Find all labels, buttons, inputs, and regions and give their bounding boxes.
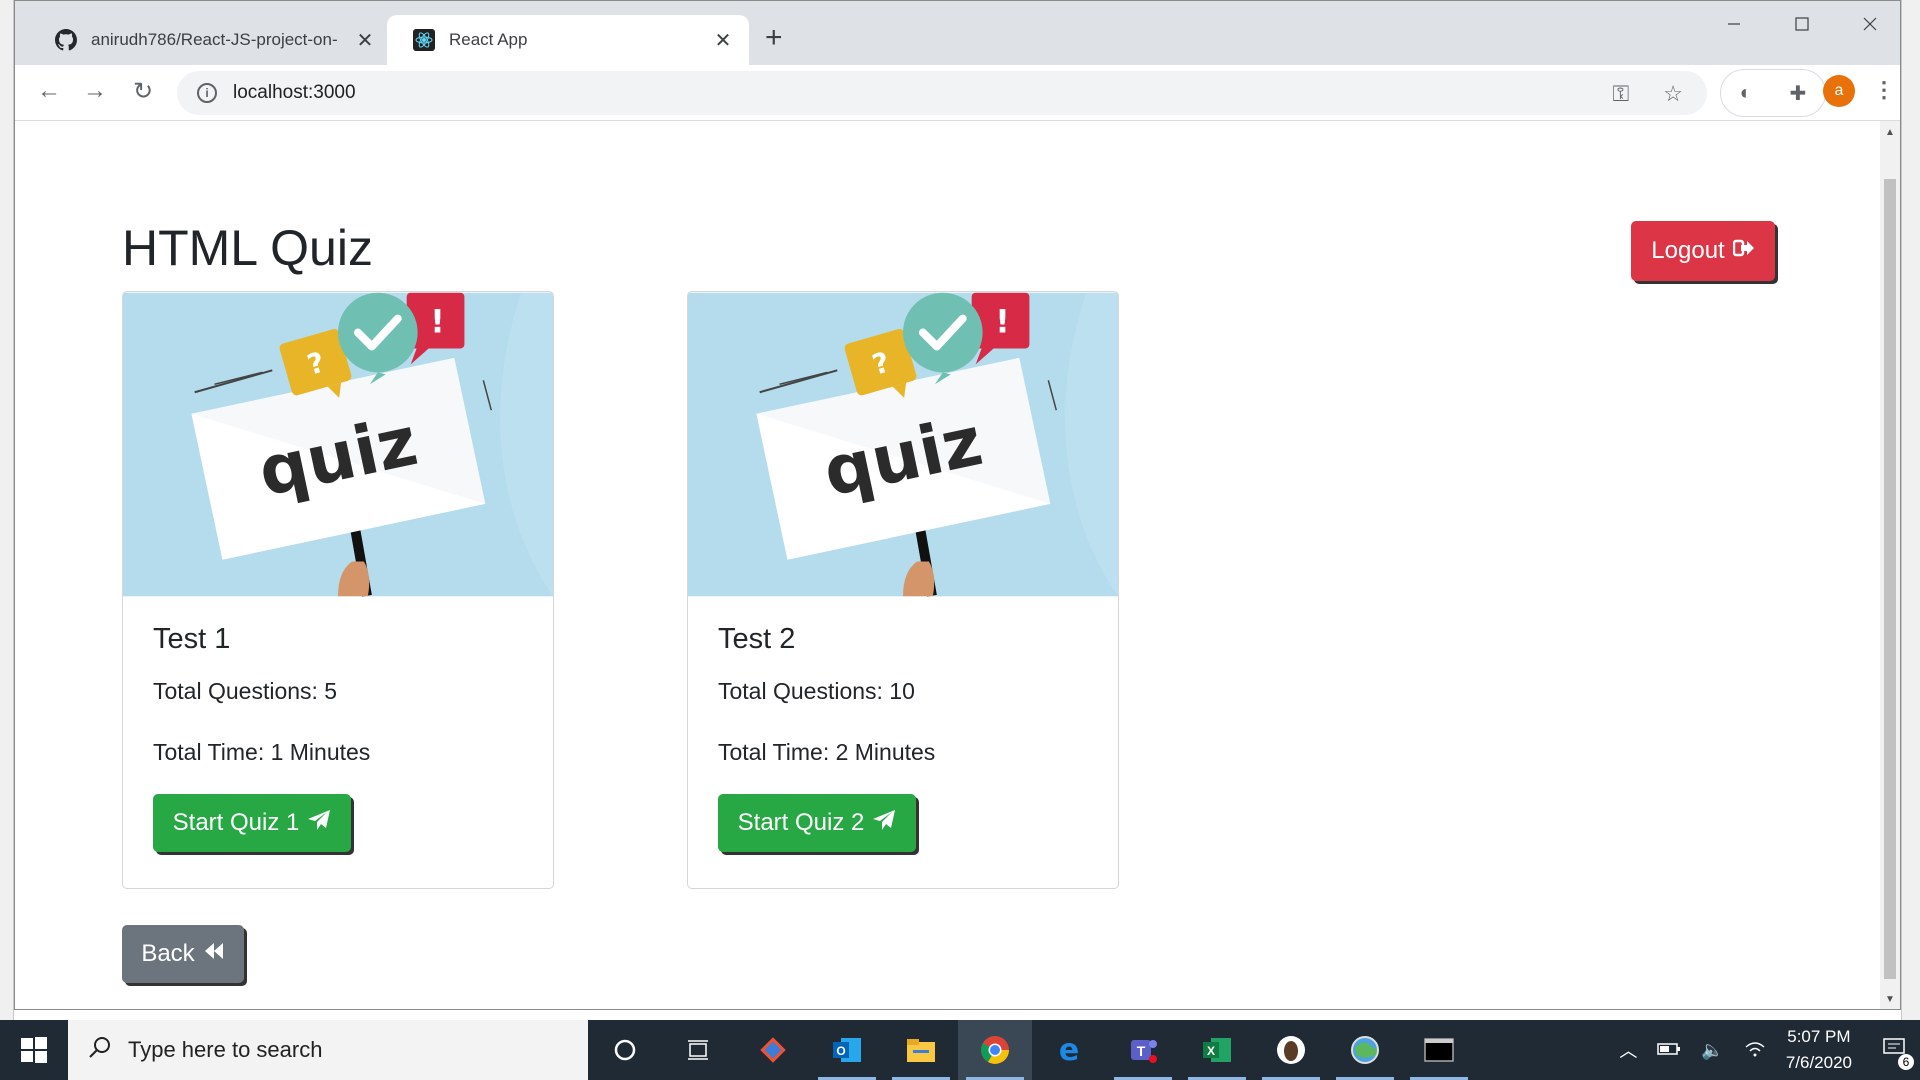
chevron-up-icon[interactable]: ︿ — [1619, 1037, 1637, 1063]
excel-icon[interactable]: X — [1180, 1020, 1254, 1080]
browser-toolbar: ← → ↻ i localhost:3000 ⚿ ☆ ◐ ✚ a ⋮ — [15, 65, 1900, 121]
scroll-down-icon[interactable]: ▼ — [1880, 994, 1900, 1005]
avatar-app-icon[interactable] — [1254, 1020, 1328, 1080]
card-total-time: Total Time: 2 Minutes — [718, 739, 936, 765]
clock-date: 7/6/2020 — [1785, 1053, 1852, 1072]
start-quiz-label: Start Quiz 1 — [172, 809, 300, 836]
page-viewport: HTML Quiz Logout quiz ? ! Test 1 Total Q… — [15, 121, 1881, 1009]
windows-taskbar: Type here to search O e T X ︿ 🔈 5:07 PM … — [0, 1020, 1920, 1080]
extensions-group: ◐ ✚ — [1720, 69, 1826, 117]
window-close-icon[interactable] — [1840, 9, 1900, 39]
menu-dots-icon[interactable]: ⋮ — [1873, 77, 1895, 103]
start-quiz-label: Start Quiz 2 — [737, 809, 865, 836]
quiz-card: quiz ? ! Test 1 Total Questions: 5 Total… — [122, 291, 554, 889]
card-total-time: Total Time: 1 Minutes — [153, 739, 371, 765]
svg-text:!: ! — [995, 303, 1010, 341]
back-label: Back — [141, 940, 195, 967]
notification-count: 6 — [1898, 1053, 1914, 1070]
forward-arrow-icon[interactable]: → — [79, 77, 111, 105]
clock-time: 5:07 PM — [1787, 1027, 1851, 1046]
scroll-up-icon[interactable]: ▲ — [1880, 127, 1900, 138]
svg-text:X: X — [1207, 1044, 1215, 1058]
react-icon — [413, 29, 435, 51]
battery-icon[interactable] — [1657, 1040, 1681, 1061]
quiz-illustration: quiz ? ! — [123, 292, 553, 597]
key-icon[interactable]: ⚿ — [1613, 81, 1630, 107]
tab-react-app[interactable]: React App ✕ — [387, 15, 749, 65]
card-total-questions: Total Questions: 5 — [153, 678, 338, 704]
paper-plane-icon — [872, 809, 896, 838]
minimize-icon[interactable] — [1704, 9, 1764, 39]
page-title: HTML Quiz — [122, 220, 373, 276]
new-tab-icon[interactable]: + — [765, 23, 783, 53]
cortana-icon[interactable] — [588, 1020, 662, 1080]
back-button[interactable]: Back — [122, 925, 244, 983]
desktop-right-edge — [1901, 0, 1920, 1020]
wifi-icon[interactable] — [1744, 1039, 1766, 1062]
outlook-icon[interactable]: O — [810, 1020, 884, 1080]
start-quiz-1-button[interactable]: Start Quiz 1 — [153, 794, 351, 852]
scrollbar-thumb[interactable] — [1884, 179, 1896, 979]
globe-app-icon[interactable] — [1328, 1020, 1402, 1080]
start-quiz-2-button[interactable]: Start Quiz 2 — [718, 794, 916, 852]
volume-icon[interactable]: 🔈 — [1701, 1040, 1723, 1061]
tab-github[interactable]: anirudh786/React-JS-project-on- ✕ — [29, 15, 391, 65]
file-explorer-icon[interactable] — [884, 1020, 958, 1080]
edge-icon[interactable]: e — [1032, 1020, 1106, 1080]
teams-icon[interactable]: T — [1106, 1020, 1180, 1080]
search-placeholder: Type here to search — [128, 1037, 323, 1062]
puzzle-icon[interactable]: ✚ — [1789, 81, 1806, 106]
address-url: localhost:3000 — [233, 82, 356, 103]
chrome-icon[interactable] — [958, 1020, 1032, 1080]
svg-text:e: e — [1059, 1035, 1079, 1065]
logout-button[interactable]: Logout — [1631, 221, 1775, 281]
browser-window: anirudh786/React-JS-project-on- ✕ React … — [14, 0, 1901, 1010]
paper-plane-icon — [307, 809, 331, 838]
terminal-icon[interactable] — [1402, 1020, 1476, 1080]
close-icon[interactable]: ✕ — [353, 28, 377, 53]
search-icon — [88, 1035, 112, 1065]
profile-avatar[interactable]: a — [1823, 75, 1855, 107]
svg-text:T: T — [1137, 1043, 1146, 1059]
reload-icon[interactable]: ↻ — [127, 77, 159, 106]
tab-title: anirudh786/React-JS-project-on- — [91, 30, 338, 49]
svg-text:O: O — [836, 1044, 845, 1058]
card-title: Test 1 — [153, 623, 231, 655]
sign-out-icon — [1732, 237, 1755, 265]
tab-title: React App — [449, 30, 528, 49]
maximize-icon[interactable] — [1772, 9, 1832, 39]
logout-label: Logout — [1651, 237, 1725, 264]
back-arrow-icon[interactable]: ← — [33, 77, 65, 105]
card-title: Test 2 — [718, 623, 796, 655]
quiz-illustration: quiz ? ! — [688, 292, 1118, 597]
windows-start-icon[interactable] — [0, 1020, 68, 1080]
close-icon[interactable]: ✕ — [711, 28, 735, 53]
extension-circle-icon[interactable]: ◐ — [1740, 82, 1752, 105]
page-scrollbar[interactable]: ▲ ▼ — [1880, 121, 1900, 1009]
taskbar-search-input[interactable]: Type here to search — [68, 1020, 588, 1080]
github-icon — [55, 29, 77, 51]
address-bar[interactable]: i localhost:3000 ⚿ ☆ — [177, 71, 1707, 115]
notification-icon[interactable]: 6 — [1882, 1037, 1914, 1070]
star-icon[interactable]: ☆ — [1663, 81, 1683, 107]
card-total-questions: Total Questions: 10 — [718, 678, 915, 704]
fast-backward-icon — [203, 940, 225, 968]
system-tray: ︿ 🔈 5:07 PM 7/6/2020 6 — [1619, 1020, 1920, 1080]
tab-strip: anirudh786/React-JS-project-on- ✕ React … — [15, 1, 1900, 65]
quiz-card: quiz ? ! Test 2 Total Questions: 10 Tota… — [687, 291, 1119, 889]
clock[interactable]: 5:07 PM 7/6/2020 — [1786, 1024, 1852, 1076]
info-icon[interactable]: i — [197, 83, 217, 103]
desktop-left-edge — [0, 0, 14, 1020]
git-icon[interactable] — [736, 1020, 810, 1080]
svg-text:!: ! — [430, 303, 445, 341]
task-view-icon[interactable] — [662, 1020, 736, 1080]
